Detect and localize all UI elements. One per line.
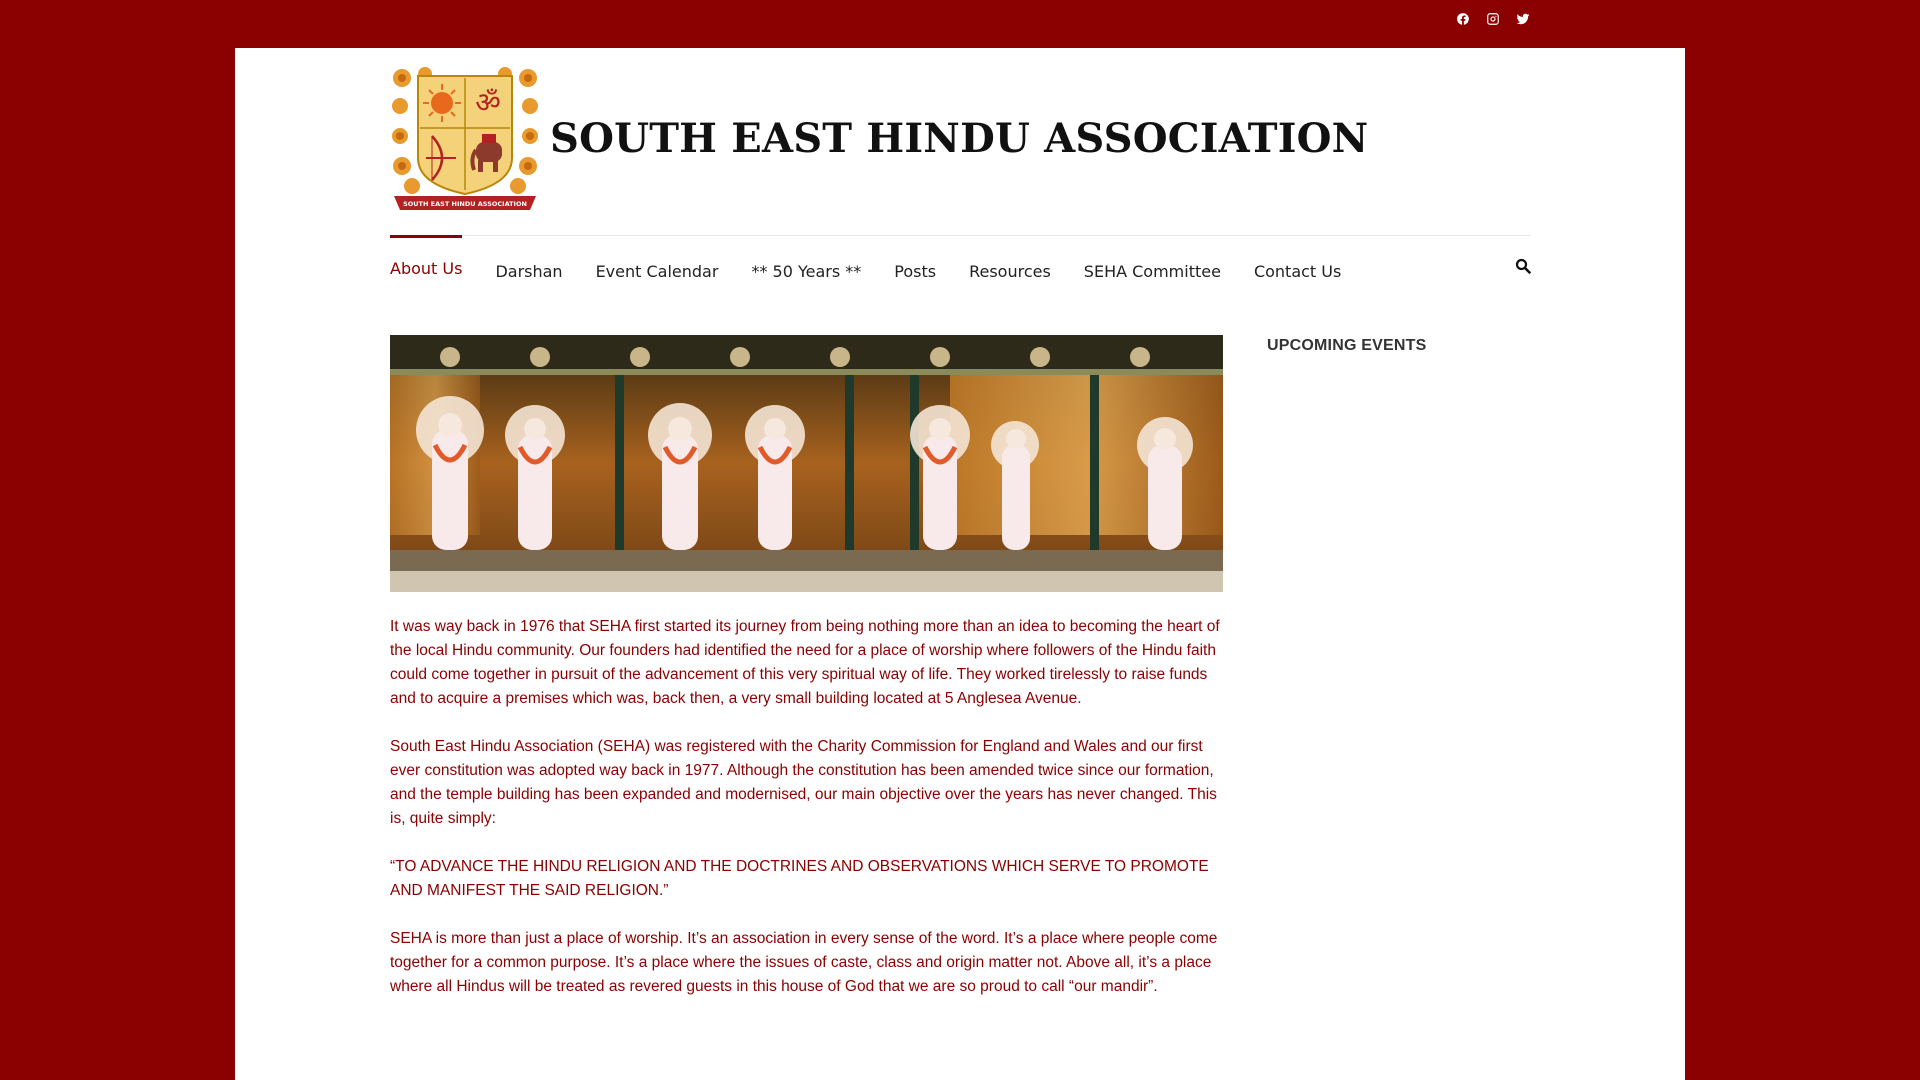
page-container: ॐ SOUTH EAST HINDU ASSOCIATION SOUTH EAS…: [235, 48, 1685, 1080]
svg-text:ॐ: ॐ: [475, 86, 501, 119]
nav-item-resources[interactable]: Resources: [969, 236, 1051, 296]
paragraph-history: It was way back in 1976 that SEHA first …: [390, 618, 1220, 707]
nav-item-about-us[interactable]: About Us: [390, 235, 463, 296]
nav-item-event-calendar[interactable]: Event Calendar: [596, 236, 719, 296]
site-title[interactable]: SOUTH EAST HINDU ASSOCIATION: [550, 115, 1368, 162]
content-wrapper: ॐ SOUTH EAST HINDU ASSOCIATION SOUTH EAS…: [390, 48, 1531, 1080]
seha-logo[interactable]: ॐ SOUTH EAST HINDU ASSOCIATION: [390, 66, 540, 211]
paragraph-community: SEHA is more than just a place of worshi…: [390, 930, 1218, 995]
instagram-icon[interactable]: [1485, 11, 1501, 27]
social-links: [1455, 11, 1531, 27]
main-navigation: About Us Darshan Event Calendar ** 50 Ye…: [390, 235, 1531, 295]
article-content: It was way back in 1976 that SEHA first …: [390, 615, 1223, 1023]
temple-deities-image: [390, 335, 1223, 592]
svg-text:SOUTH EAST HINDU ASSOCIATION: SOUTH EAST HINDU ASSOCIATION: [403, 200, 527, 208]
site-header: ॐ SOUTH EAST HINDU ASSOCIATION SOUTH EAS…: [390, 66, 1368, 211]
twitter-icon[interactable]: [1515, 11, 1531, 27]
upcoming-events-title: UPCOMING EVENTS: [1267, 337, 1427, 354]
nav-item-50-years[interactable]: ** 50 Years **: [751, 236, 861, 296]
top-bar: [0, 0, 1920, 48]
nav-item-darshan[interactable]: Darshan: [495, 236, 562, 296]
nav-item-posts[interactable]: Posts: [894, 236, 936, 296]
nav-item-contact-us[interactable]: Contact Us: [1254, 236, 1341, 296]
search-icon[interactable]: [1515, 258, 1531, 274]
nav-items: About Us Darshan Event Calendar ** 50 Ye…: [390, 235, 1374, 296]
nav-item-seha-committee[interactable]: SEHA Committee: [1084, 236, 1221, 296]
sidebar: UPCOMING EVENTS: [1267, 337, 1531, 355]
facebook-icon[interactable]: [1455, 11, 1471, 27]
paragraph-registration: South East Hindu Association (SEHA) was …: [390, 738, 1217, 827]
paragraph-objective: “TO ADVANCE THE HINDU RELIGION AND THE D…: [390, 858, 1209, 899]
